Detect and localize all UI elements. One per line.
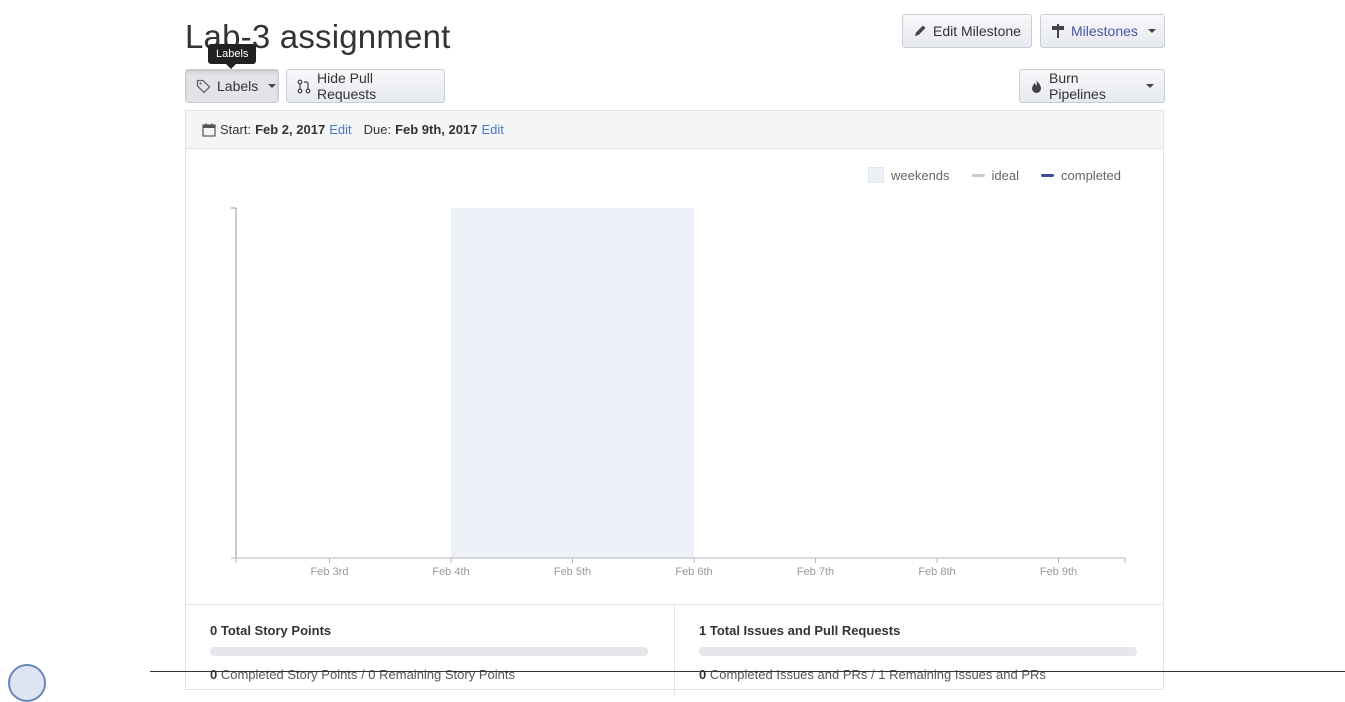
- labels-label: Labels: [217, 78, 259, 94]
- total-issues-label: Total Issues and Pull Requests: [709, 623, 901, 638]
- issues-breakdown: 0 Completed Issues and PRs / 1 Remaining…: [699, 667, 1139, 682]
- remaining-story-points: / 0 Remaining Story Points: [361, 667, 515, 682]
- total-issues-count: 1: [699, 623, 707, 638]
- story-points-progress-bar: [210, 647, 648, 656]
- issues-stat: 1 Total Issues and Pull Requests 0 Compl…: [675, 605, 1163, 695]
- completed-issues-label: Completed Issues and PRs: [709, 667, 868, 682]
- milestones-label: Milestones: [1071, 23, 1138, 39]
- edit-milestone-button[interactable]: Edit Milestone: [902, 14, 1032, 48]
- total-story-points-label: Total Story Points: [220, 623, 332, 638]
- avatar[interactable]: [8, 664, 46, 702]
- flame-icon: [1032, 79, 1041, 93]
- story-points-breakdown: 0 Completed Story Points / 0 Remaining S…: [210, 667, 650, 682]
- completed-issues-count: 0: [699, 667, 707, 682]
- completed-story-points-count: 0: [210, 667, 218, 682]
- weekend-band: [451, 208, 694, 558]
- story-points-stat: 0 Total Story Points 0 Completed Story P…: [186, 605, 675, 695]
- issues-progress-bar: [699, 647, 1137, 656]
- x-tick-label: Feb 7th: [797, 566, 834, 578]
- labels-tooltip: Labels: [208, 44, 257, 69]
- total-issues: 1 Total Issues and Pull Requests: [699, 623, 1139, 638]
- labels-dropdown[interactable]: Labels: [185, 69, 279, 103]
- burn-pipelines-dropdown[interactable]: Burn Pipelines: [1019, 69, 1165, 103]
- page-divider: [150, 671, 1345, 672]
- total-story-points: 0 Total Story Points: [210, 623, 650, 638]
- pencil-icon: [915, 25, 926, 36]
- hide-pull-requests-label: Hide Pull Requests: [317, 70, 377, 102]
- x-tick-label: Feb 3rd: [311, 566, 349, 578]
- edit-milestone-label: Edit Milestone: [933, 23, 1021, 39]
- signpost-icon: [1052, 24, 1064, 38]
- chevron-down-icon: [1147, 29, 1156, 33]
- pull-request-icon: [297, 79, 311, 93]
- total-story-points-count: 0: [210, 623, 218, 638]
- x-tick-label: Feb 9th: [1040, 566, 1077, 578]
- x-tick-label: Feb 8th: [918, 566, 955, 578]
- burndown-chart: Feb 3rd Feb 4th Feb 5th Feb 6th Feb 7th Feb 8…: [231, 207, 1126, 578]
- tag-icon: [196, 79, 211, 93]
- completed-story-points-label: Completed Story Points: [220, 667, 358, 682]
- hide-pull-requests-button[interactable]: Hide Pull Requests: [286, 69, 445, 103]
- x-tick-label: Feb 6th: [675, 566, 712, 578]
- milestones-dropdown[interactable]: Milestones: [1040, 14, 1165, 48]
- milestone-stats: 0 Total Story Points 0 Completed Story P…: [186, 604, 1163, 695]
- remaining-issues: / 1 Remaining Issues and PRs: [871, 667, 1046, 682]
- chevron-down-icon: [268, 84, 277, 88]
- x-tick-label: Feb 5th: [554, 566, 591, 578]
- burndown-panel: Start: Feb 2, 2017 Edit Due: Feb 9th, 20…: [185, 110, 1164, 695]
- x-tick-label: Feb 4th: [432, 566, 469, 578]
- burn-pipelines-label: Burn Pipelines: [1049, 70, 1106, 102]
- chevron-down-icon: [1146, 84, 1154, 88]
